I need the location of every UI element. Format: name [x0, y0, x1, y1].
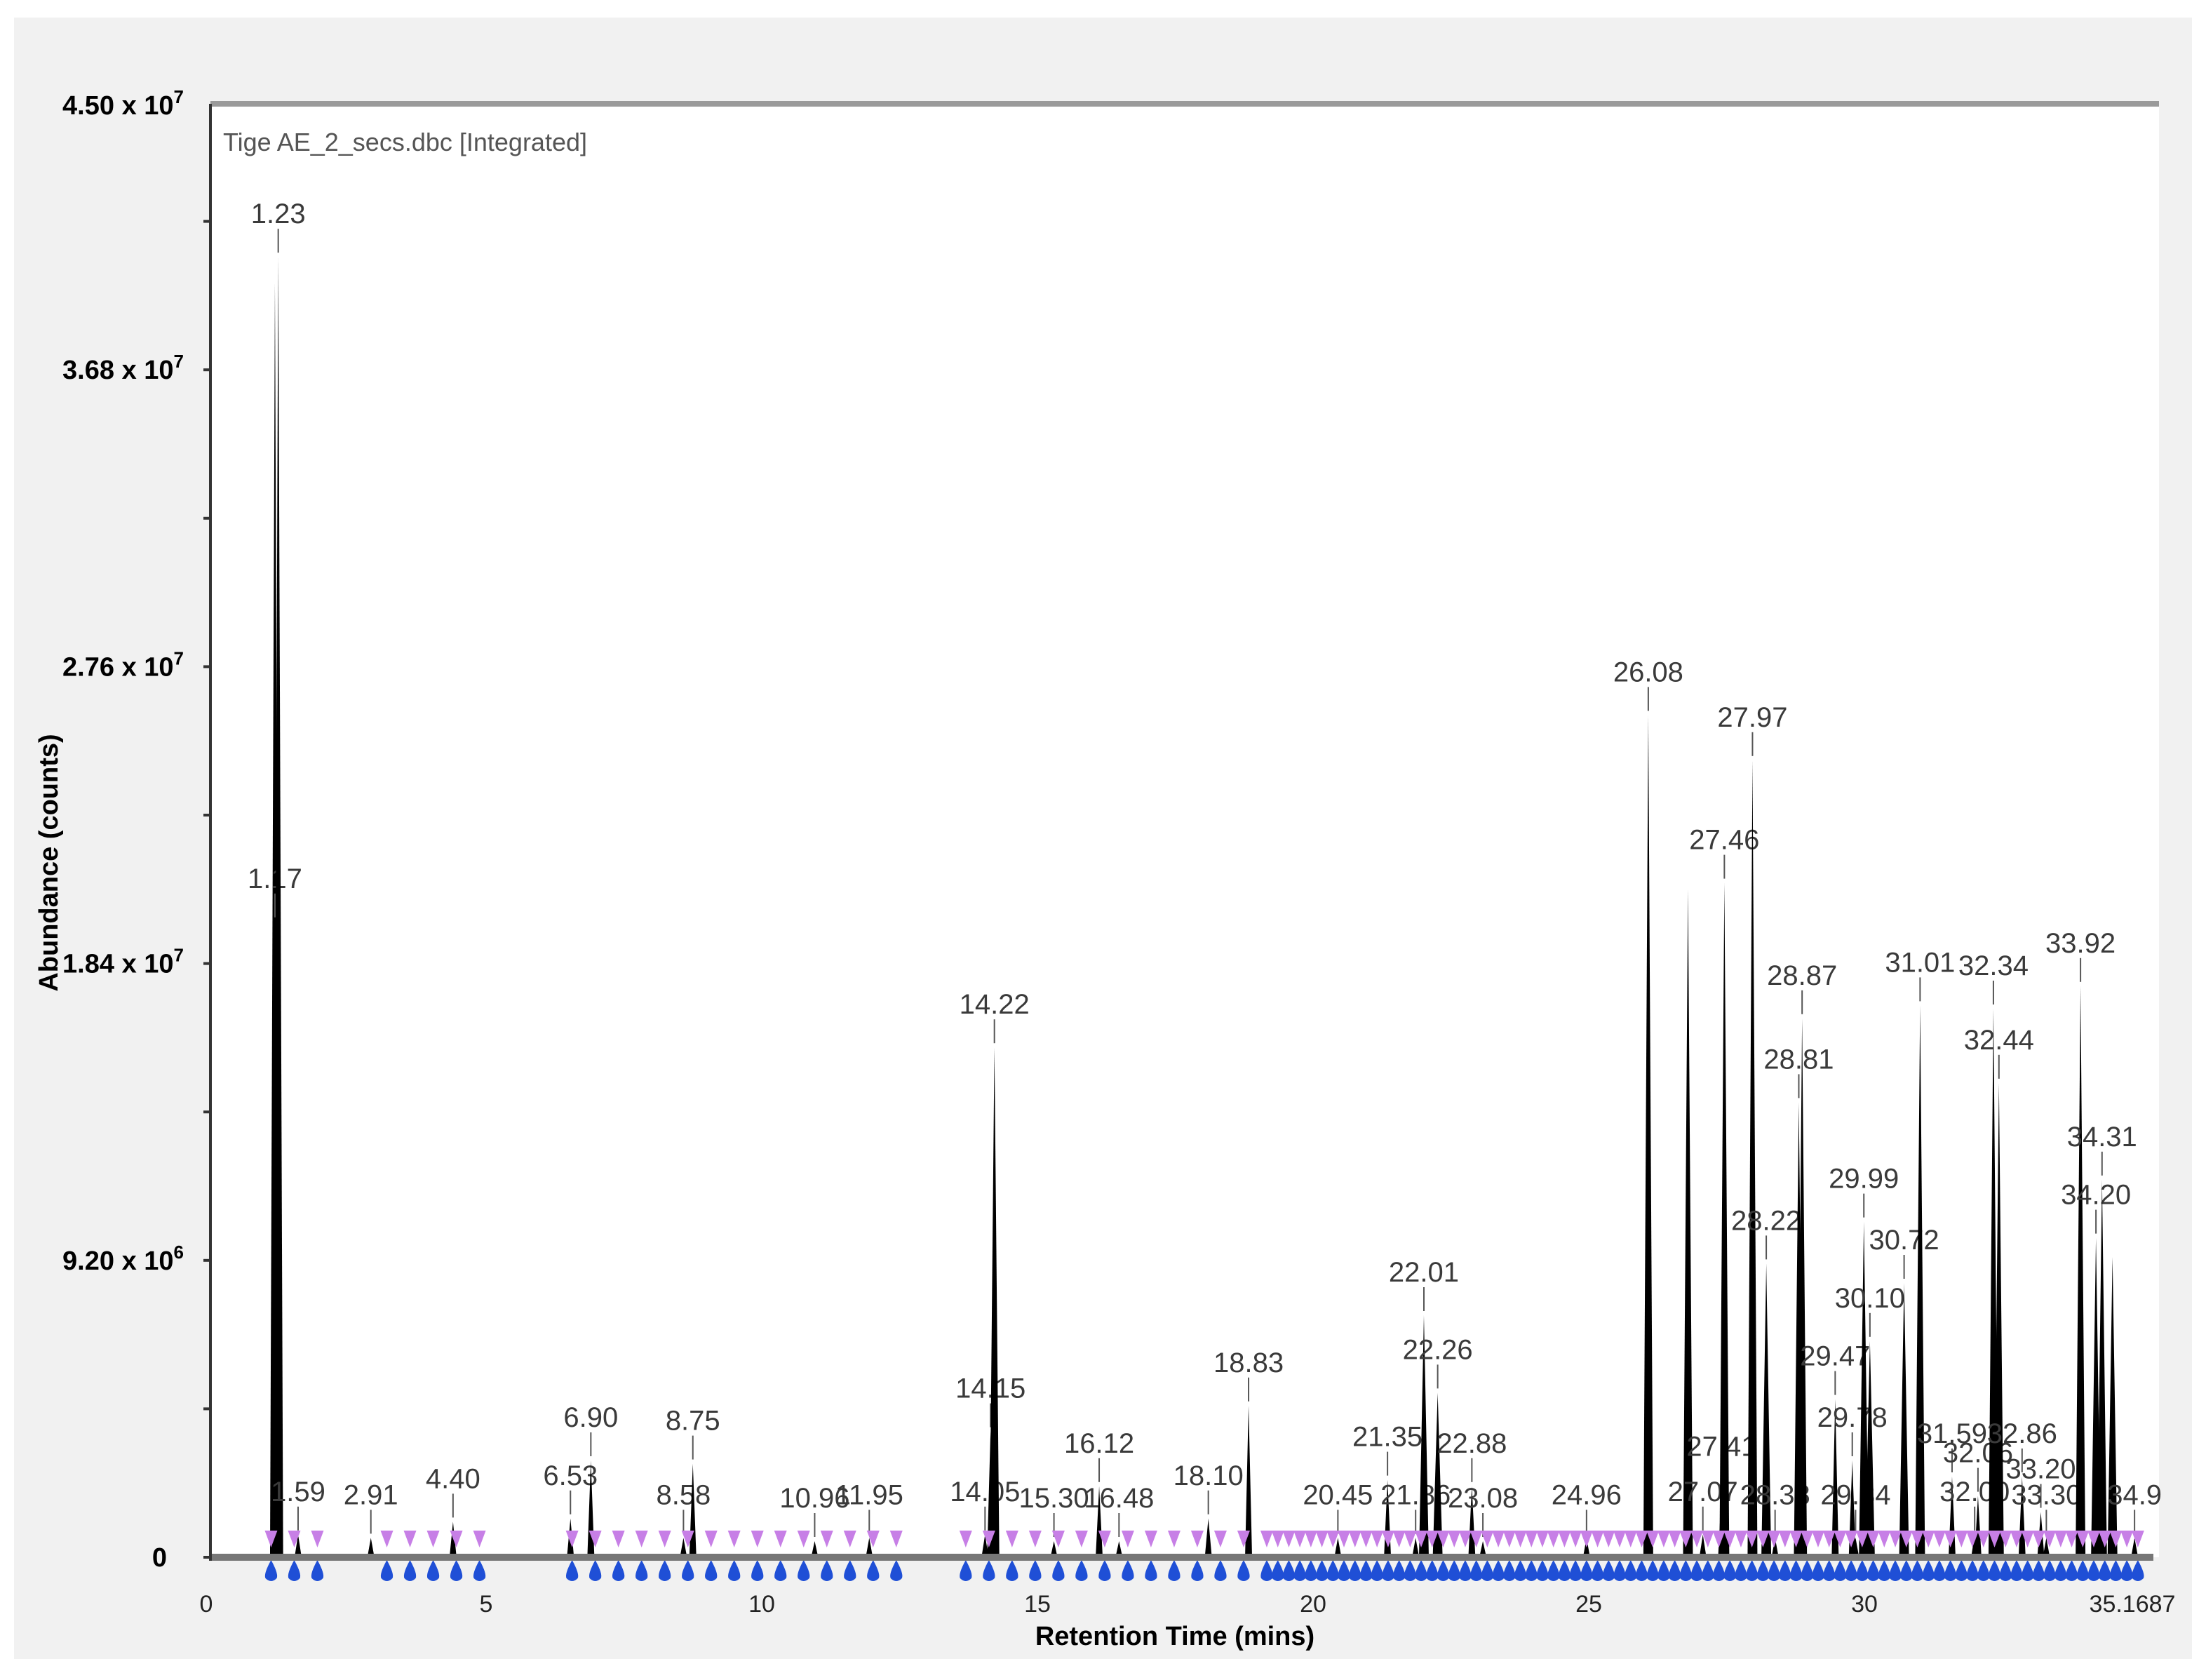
y-axis-title: Abundance (counts)	[34, 734, 64, 991]
peak-label: 1.17	[248, 863, 302, 894]
peak-label: 8.75	[666, 1406, 720, 1437]
peak-label: 4.40	[426, 1463, 480, 1494]
peak-label: 29.47	[1800, 1341, 1870, 1372]
peak-label: 20.45	[1303, 1479, 1373, 1510]
peak-label: 22.01	[1389, 1257, 1459, 1288]
peak-label: 14.05	[950, 1477, 1020, 1507]
x-tick-label: 20	[1300, 1591, 1326, 1618]
plot-title: Tige AE_2_secs.dbc [Integrated]	[223, 128, 587, 156]
peak-label: 27.46	[1689, 825, 1759, 856]
x-tick-label: 5	[480, 1591, 493, 1618]
x-axis-title: Retention Time (mins)	[1035, 1622, 1314, 1651]
plot-area	[210, 104, 2159, 1557]
peak-label: 26.08	[1613, 657, 1683, 687]
chromatogram-chart: Tige AE_2_secs.dbc [Integrated] 1.17 1.23…	[14, 18, 2192, 1659]
peak-label: 30.72	[1869, 1225, 1939, 1256]
peak-label: 18.10	[1173, 1460, 1244, 1491]
x-tick-label: 10	[748, 1591, 775, 1618]
peak-label: 23.08	[1448, 1483, 1518, 1514]
y-tick-label: 4.50 x 107	[62, 86, 184, 121]
y-tick-label: 0	[152, 1543, 167, 1573]
peak-label: 28.81	[1763, 1044, 1834, 1075]
peak-label: 14.15	[955, 1373, 1025, 1404]
peak-label: 18.83	[1213, 1348, 1284, 1378]
peak-label: 15.30	[1019, 1483, 1089, 1514]
y-tick-label: 9.20 x 106	[62, 1242, 184, 1276]
peak-label: 28.87	[1767, 960, 1837, 991]
x-end-label: 35.1687	[2090, 1591, 2176, 1618]
peak-label: 27.97	[1717, 702, 1787, 733]
peak-label: 6.90	[563, 1402, 618, 1433]
peak-label: 33.92	[2045, 928, 2116, 959]
x-tick-label: 0	[200, 1591, 213, 1618]
peak-label: 16.48	[1084, 1483, 1154, 1514]
peak-label: 30.10	[1835, 1283, 1905, 1314]
peak-label: 33.30	[2011, 1479, 2081, 1510]
peak-label: 11.95	[835, 1479, 903, 1510]
y-tick-label: 2.76 x 107	[62, 647, 184, 682]
peak-label: 32.86	[1987, 1418, 2057, 1449]
peak-label: 8.58	[656, 1479, 711, 1510]
peak-label: 14.22	[960, 989, 1030, 1020]
peak-label: 34.9	[2107, 1479, 2162, 1510]
peak-label: 22.26	[1403, 1334, 1473, 1365]
x-tick-label: 30	[1851, 1591, 1878, 1618]
peak-label: 32.34	[1958, 950, 2029, 981]
peak-label: 29.84	[1820, 1479, 1890, 1510]
y-tick-label: 1.84 x 107	[62, 945, 184, 979]
peak-label: 2.91	[344, 1479, 398, 1510]
peak-label: 34.20	[2061, 1180, 2131, 1211]
peak-label: 1.23	[251, 199, 306, 229]
peak-label: 29.99	[1829, 1164, 1899, 1195]
peak-label: 16.12	[1064, 1428, 1134, 1459]
peak-label: 6.53	[543, 1460, 598, 1491]
peak-label: 1.59	[271, 1477, 325, 1507]
peak-label: 29.78	[1817, 1402, 1888, 1433]
peak-label: 32.44	[1964, 1025, 2034, 1056]
peak-label: 28.22	[1731, 1205, 1801, 1236]
peak-label: 21.35	[1352, 1422, 1423, 1453]
peak-label: 22.88	[1437, 1428, 1507, 1459]
peak-label: 31.01	[1885, 947, 1955, 978]
peak-label: 24.96	[1552, 1479, 1622, 1510]
y-tick-label: 3.68 x 107	[62, 351, 184, 385]
peak-label: 34.31	[2067, 1122, 2137, 1153]
x-tick-label: 25	[1575, 1591, 1602, 1618]
x-tick-label: 15	[1024, 1591, 1051, 1618]
